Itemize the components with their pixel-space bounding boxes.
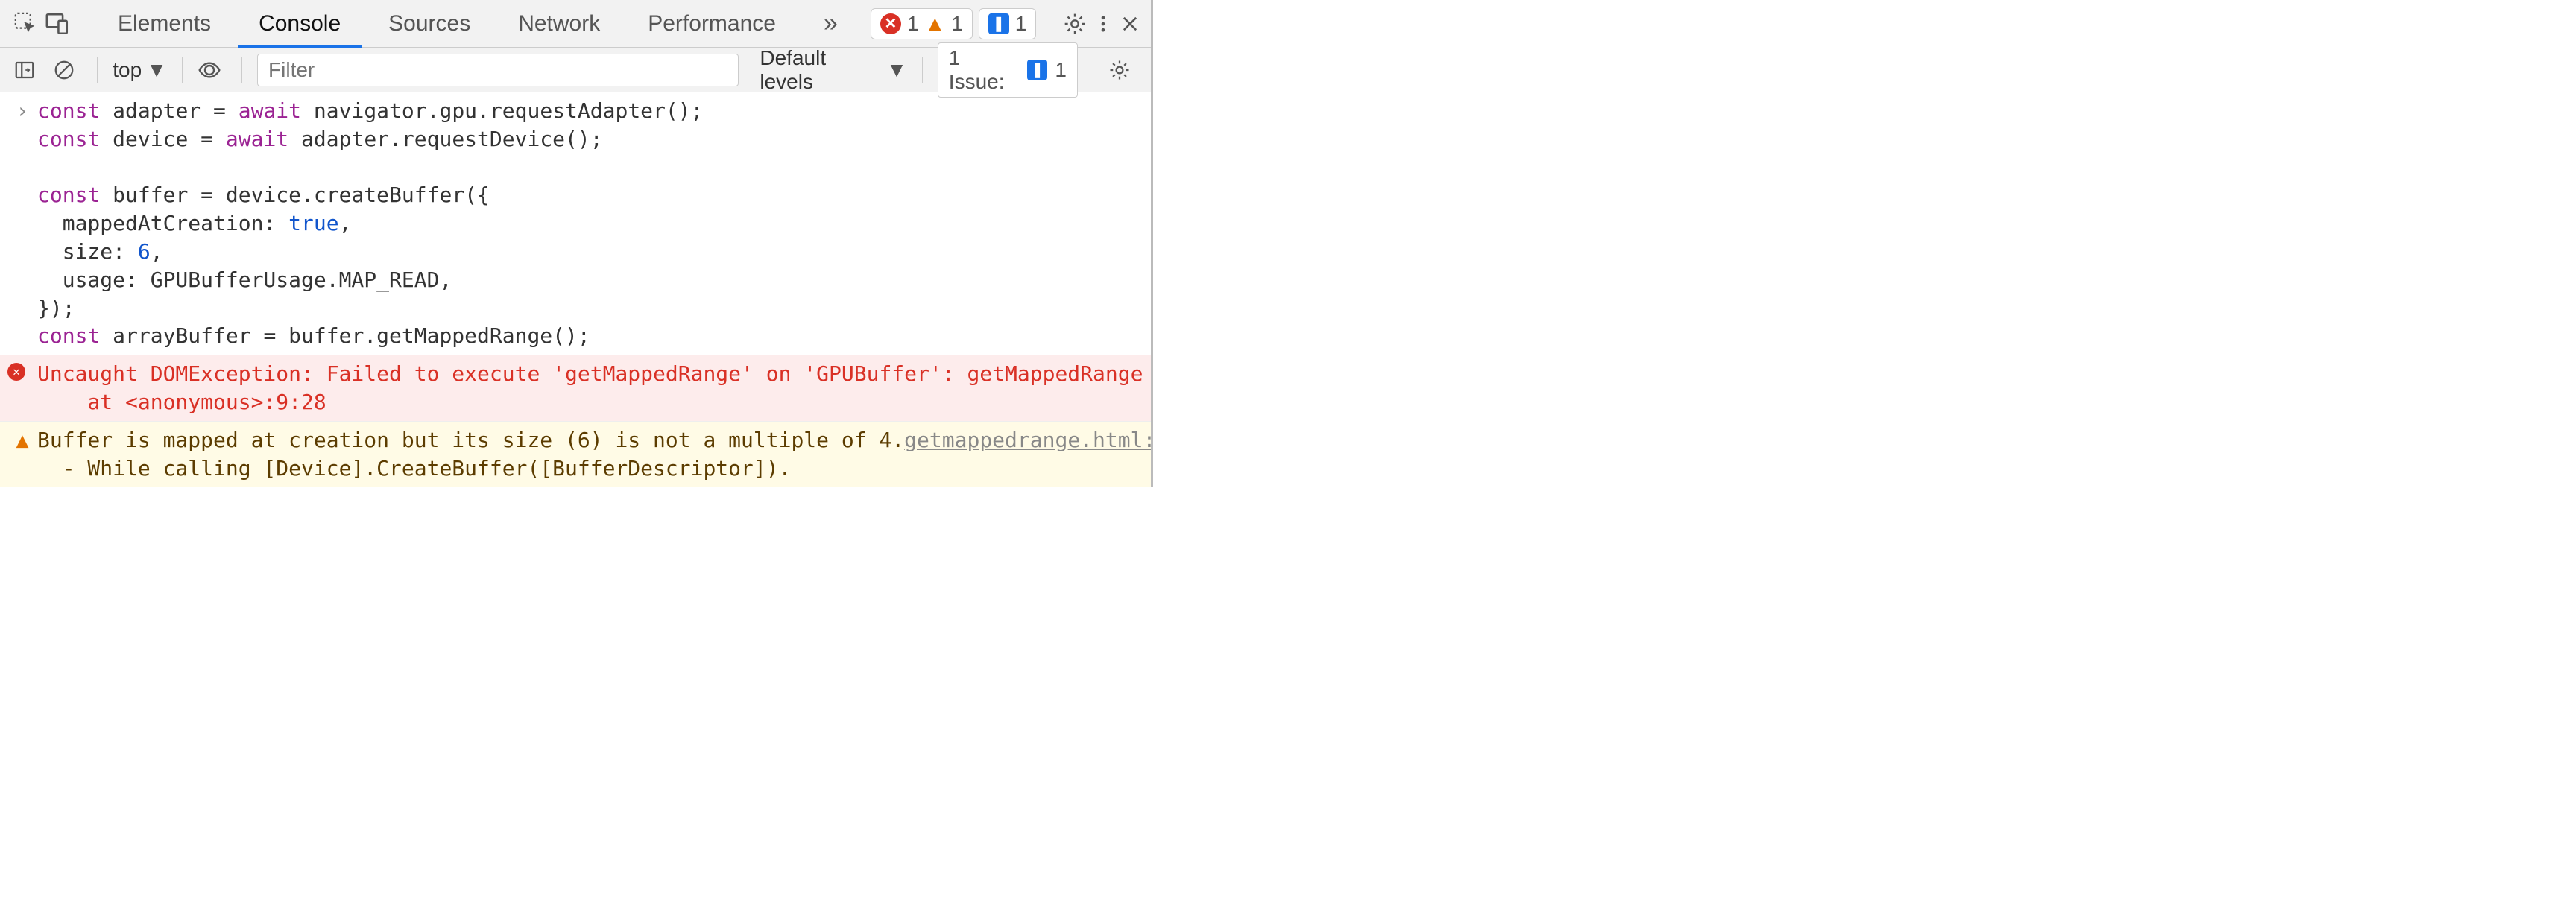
toggle-sidebar-icon[interactable] — [13, 59, 42, 81]
tab-network[interactable]: Network — [497, 0, 621, 48]
tabs-overflow-icon[interactable]: » — [803, 0, 859, 48]
error-icon: ✕ — [880, 13, 901, 34]
kebab-menu-icon[interactable] — [1093, 6, 1114, 42]
tab-elements[interactable]: Elements — [97, 0, 232, 48]
warning-text: Buffer is mapped at creation but its siz… — [37, 426, 904, 483]
device-toolbar-icon[interactable] — [45, 6, 70, 42]
tab-sources[interactable]: Sources — [367, 0, 491, 48]
levels-label: Default levels — [760, 46, 882, 94]
info-icon: ❚ — [988, 13, 1009, 34]
issues-indicator[interactable]: 1 Issue: ❚ 1 — [938, 42, 1078, 98]
inspect-element-icon[interactable] — [13, 6, 39, 42]
console-output: › const adapter = await navigator.gpu.re… — [0, 92, 1151, 487]
console-toolbar: top ▼ Default levels ▼ 1 Issue: ❚ 1 — [0, 48, 1151, 92]
tab-performance[interactable]: Performance — [627, 0, 797, 48]
chevron-down-icon: ▼ — [146, 58, 167, 82]
live-expression-icon[interactable] — [198, 58, 227, 82]
close-devtools-icon[interactable] — [1120, 6, 1140, 42]
separator — [922, 57, 923, 83]
info-icon: ❚ — [1027, 60, 1047, 80]
error-count-badge[interactable]: ✕ 1 ▲ 1 — [871, 8, 973, 39]
console-error-row[interactable]: ✕ Uncaught DOMException: Failed to execu… — [0, 355, 1151, 422]
info-count: 1 — [1015, 12, 1027, 36]
context-label: top — [113, 58, 142, 82]
error-text: Uncaught DOMException: Failed to execute… — [37, 360, 1231, 416]
issues-label: 1 Issue: — [949, 46, 1020, 94]
devtools-tabstrip: Elements Console Sources Network Perform… — [0, 0, 1151, 48]
clear-console-icon[interactable] — [53, 59, 82, 81]
input-code: const adapter = await navigator.gpu.requ… — [37, 97, 1137, 350]
separator — [97, 57, 98, 83]
info-count-badge[interactable]: ❚ 1 — [979, 8, 1037, 39]
console-input-row[interactable]: › const adapter = await navigator.gpu.re… — [0, 92, 1151, 355]
message-counts: ✕ 1 ▲ 1 ❚ 1 — [871, 8, 1036, 39]
settings-icon[interactable] — [1063, 6, 1087, 42]
issues-count: 1 — [1055, 58, 1067, 82]
context-selector[interactable]: top ▼ — [113, 58, 167, 82]
warning-count: 1 — [951, 12, 963, 36]
tab-console[interactable]: Console — [238, 0, 362, 48]
log-levels-selector[interactable]: Default levels ▼ — [760, 46, 906, 94]
prompt-icon: › — [7, 97, 37, 350]
error-icon: ✕ — [7, 360, 37, 416]
filter-input[interactable] — [257, 54, 739, 86]
separator — [182, 57, 183, 83]
console-settings-icon[interactable] — [1108, 59, 1137, 81]
warning-icon: ▲ — [924, 12, 945, 36]
source-link[interactable]: getmappedrange.html:1 — [904, 426, 1168, 483]
secondary-panel — [1151, 0, 2576, 487]
error-count: 1 — [907, 12, 919, 36]
warning-icon: ▲ — [7, 426, 37, 483]
console-warning-row[interactable]: ▲ Buffer is mapped at creation but its s… — [0, 422, 1151, 488]
chevron-down-icon: ▼ — [886, 58, 907, 82]
